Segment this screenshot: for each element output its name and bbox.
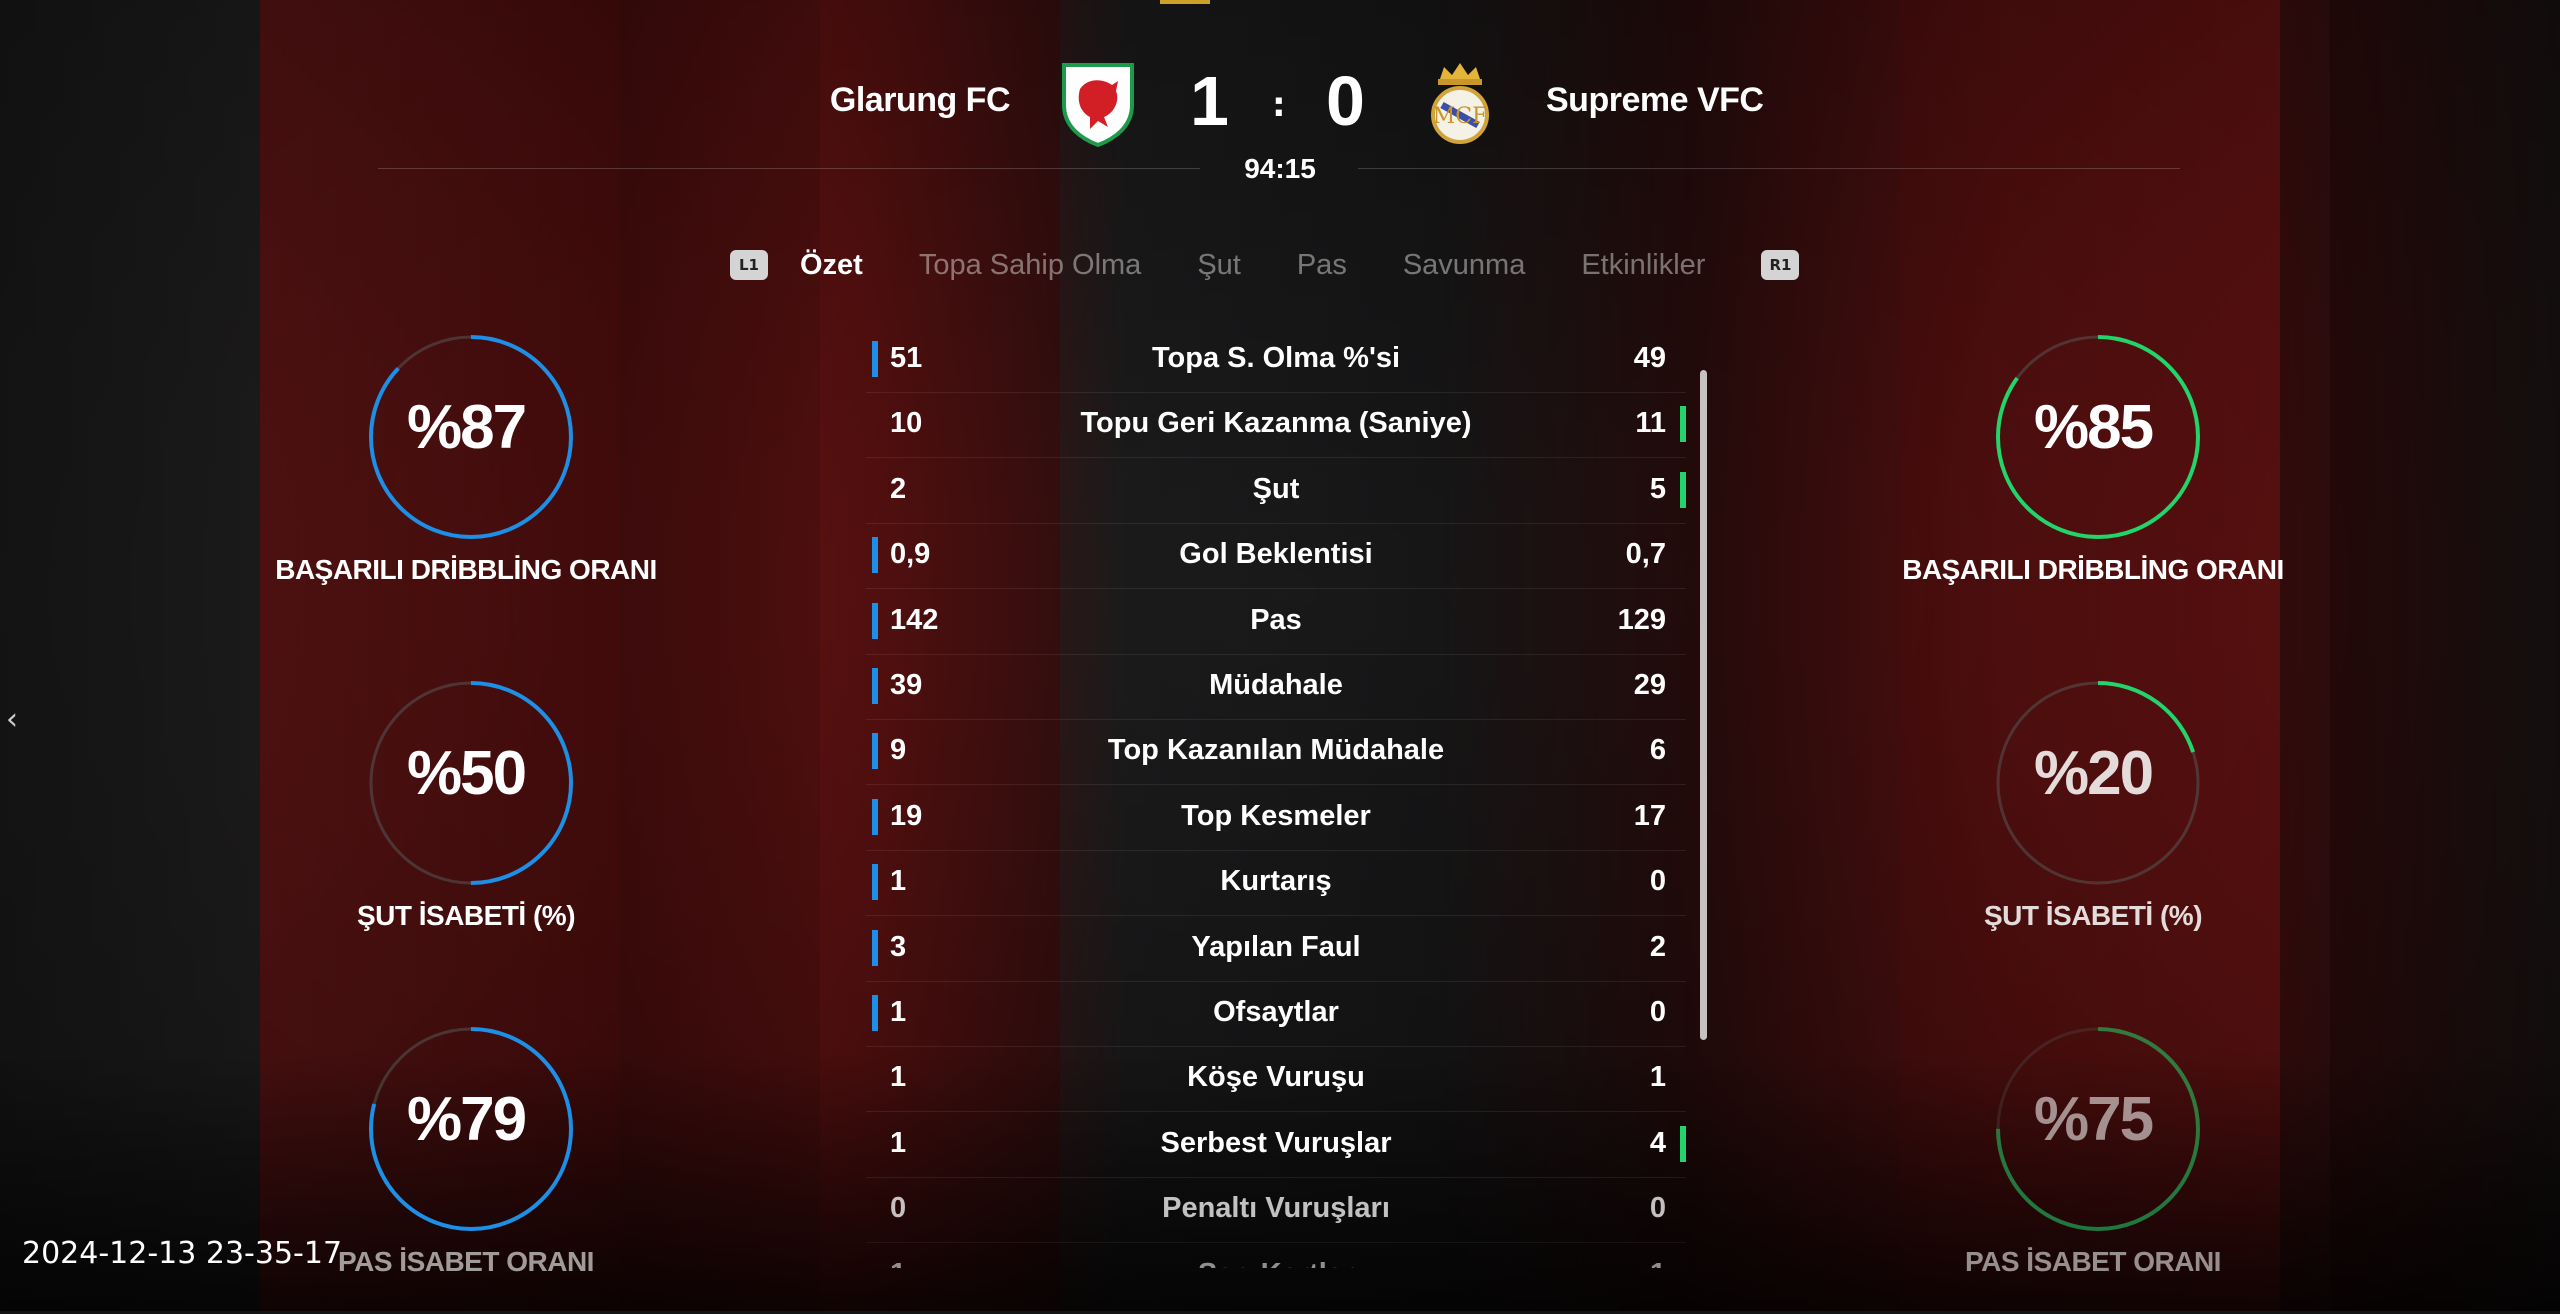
home-dribbling-gauge: %87 BAŞARILI DRİBBLİNG ORANI <box>256 332 676 622</box>
stat-label: Topa S. Olma %'si <box>1151 342 1401 374</box>
away-team-name: Supreme VFC <box>1546 81 1764 119</box>
gauge-label: BAŞARILI DRİBBLİNG ORANI <box>275 554 657 585</box>
away-shot-accuracy-gauge: %20 ŞUT İSABETİ (%) <box>1883 678 2303 968</box>
gauge-value: %85 <box>2033 393 2154 462</box>
stat-label: Pas <box>1250 603 1302 636</box>
tab-etkinlikler[interactable]: Etkinlikler <box>1581 249 1705 282</box>
stat-row: 0 Penaltı Vuruşları 0 <box>866 1178 1686 1244</box>
stat-row: 0,9 Gol Beklentisi 0,7 <box>866 524 1686 590</box>
gauge-label: PAS İSABET ORANI <box>1965 1246 2221 1277</box>
gauge-value: %20 <box>2033 739 2154 808</box>
stat-label: Kurtarış <box>1220 865 1332 898</box>
stat-label: Köşe Vuruşu <box>1187 1061 1365 1094</box>
tab-ozet[interactable]: Özet <box>800 249 863 282</box>
away-stat-value: 1 <box>1649 1061 1666 1094</box>
gauge-label: ŞUT İSABETİ (%) <box>356 900 576 931</box>
timestamp: 2024-12-13 23-35-17 <box>22 1236 343 1271</box>
home-score: 1 <box>1190 62 1229 140</box>
away-stat-value: 5 <box>1649 472 1666 505</box>
away-stat-value: 6 <box>1649 734 1666 767</box>
home-team-name: Glarung FC <box>829 81 1011 119</box>
stat-label: Sarı Kartlar <box>866 1258 1686 1268</box>
stat-row: 1 Ofsaytlar 0 <box>866 982 1686 1047</box>
away-stat-value: 1 <box>1650 1258 1666 1268</box>
stat-label: Müdahale <box>1209 669 1343 701</box>
away-stat-value: 129 <box>1617 603 1666 636</box>
away-score: 0 <box>1326 62 1365 140</box>
top-indicator <box>1160 0 1210 4</box>
home-shot-accuracy-gauge: %50 ŞUT İSABETİ (%) <box>256 678 676 968</box>
stat-row: 39 Müdahale 29 <box>866 655 1686 720</box>
stat-label: Top Kazanılan Müdahale <box>1107 734 1445 767</box>
away-stat-value: 2 <box>1649 930 1666 963</box>
stat-row: 2 Şut 5 <box>866 459 1686 524</box>
chevron-left-icon[interactable]: ‹ <box>6 702 18 737</box>
gauge-value: %79 <box>406 1085 527 1154</box>
stats-scrollbar[interactable] <box>1700 370 1707 1040</box>
stat-label: Ofsaytlar <box>1213 996 1339 1028</box>
stat-row: 9 Top Kazanılan Müdahale 6 <box>866 720 1686 786</box>
stat-row: 19 Top Kesmeler 17 <box>866 786 1686 851</box>
stat-row: 51 Topa S. Olma %'si 49 <box>866 328 1686 393</box>
away-stat-value: 49 <box>1633 342 1666 374</box>
stat-label: Şut <box>1252 472 1300 505</box>
away-stat-value: 29 <box>1633 669 1666 701</box>
stat-label: Serbest Vuruşlar <box>1160 1126 1392 1159</box>
away-stat-value: 11 <box>1635 407 1666 440</box>
stats-tabs: L1 Özet Topa Sahip Olma Şut Pas Savunma … <box>730 243 1800 287</box>
stat-row: 1 Kurtarış 0 <box>866 851 1686 917</box>
gauge-label: ŞUT İSABETİ (%) <box>1983 900 2203 931</box>
l1-button[interactable]: L1 <box>730 250 768 280</box>
wales-dragon-crest-icon <box>1058 61 1138 148</box>
stat-label: Penaltı Vuruşları <box>1162 1192 1390 1225</box>
match-clock: 94:15 <box>1244 153 1316 184</box>
gauge-label: BAŞARILI DRİBBLİNG ORANI <box>1902 554 2284 585</box>
away-stat-value: 4 <box>1649 1126 1666 1159</box>
away-dribbling-gauge: %85 BAŞARILI DRİBBLİNG ORANI <box>1883 332 2303 622</box>
gauge-value: %75 <box>2033 1085 2154 1154</box>
gauge-value: %87 <box>406 393 527 462</box>
tab-pas[interactable]: Pas <box>1297 249 1347 282</box>
away-stat-value: 0 <box>1649 865 1666 898</box>
svg-text:MCF: MCF <box>1433 104 1488 129</box>
tab-topa-sahip-olma[interactable]: Topa Sahip Olma <box>919 249 1141 282</box>
divider <box>1358 168 2180 169</box>
away-pass-accuracy-gauge: %75 PAS İSABET ORANI <box>1883 1024 2303 1314</box>
stat-row: 1Sarı Kartlar1 <box>866 1244 1686 1268</box>
stat-label: Gol Beklentisi <box>1179 538 1373 571</box>
stat-row: 3 Yapılan Faul 2 <box>866 917 1686 982</box>
tab-sut[interactable]: Şut <box>1197 249 1241 282</box>
stat-row: 10 Topu Geri Kazanma (Saniye) 11 <box>866 393 1686 459</box>
away-stat-value: 0,7 <box>1625 538 1666 571</box>
away-stat-value: 0 <box>1649 996 1666 1028</box>
stat-label: Yapılan Faul <box>1191 930 1361 963</box>
stat-row: 1 Köşe Vuruşu 1 <box>866 1047 1686 1113</box>
stats-table: 5 1 Topa S. Olma %'si 49 1 0 Topu Geri Kazanma… <box>866 328 1686 1268</box>
stat-row: 142 Pas 129 <box>866 590 1686 655</box>
divider <box>378 168 1200 169</box>
real-madrid-crest-icon: MCF <box>1420 61 1500 147</box>
away-stat-value: 0 <box>1649 1192 1666 1225</box>
score-separator: : <box>1272 85 1286 125</box>
gauge-value: %50 <box>406 739 527 808</box>
stat-row: 1 Serbest Vuruşlar 4 <box>866 1113 1686 1178</box>
stat-label: Topu Geri Kazanma (Saniye) <box>1080 407 1472 440</box>
r1-button[interactable]: R1 <box>1761 250 1800 280</box>
tab-savunma[interactable]: Savunma <box>1403 249 1526 282</box>
scoreboard: Glarung FC 1 : 0 MCF Supreme VFC 94:15 <box>0 55 2560 184</box>
stat-label: Top Kesmeler <box>1181 799 1371 832</box>
away-stat-value: 17 <box>1633 799 1666 832</box>
